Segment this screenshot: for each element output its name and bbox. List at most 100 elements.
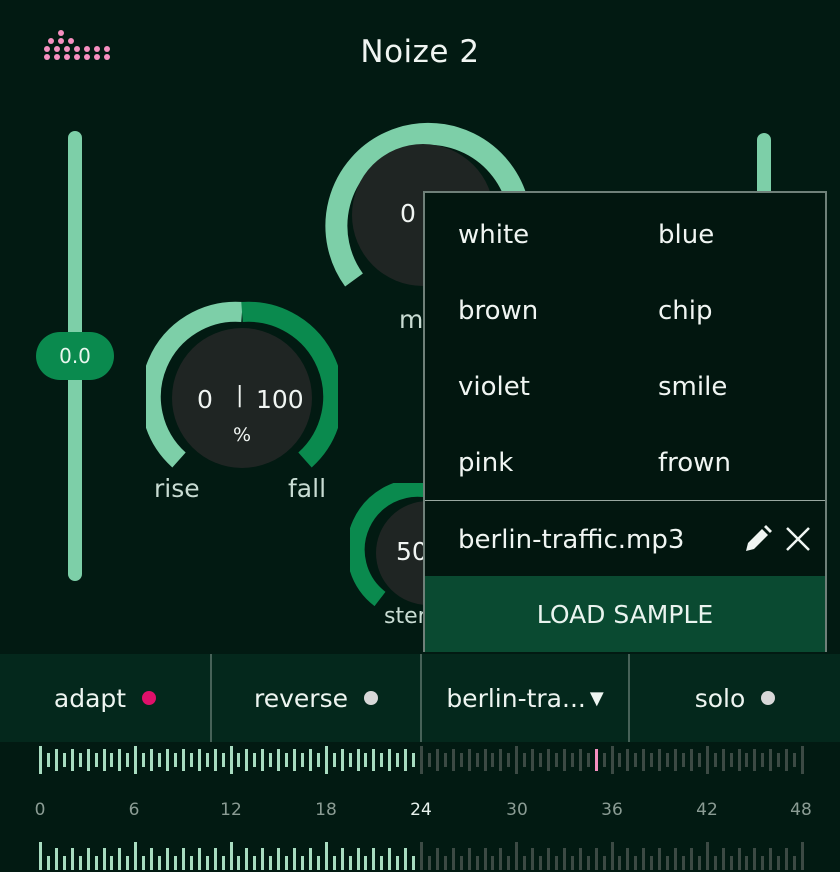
option-pink[interactable]: pink (458, 448, 513, 478)
pencil-icon[interactable] (743, 524, 775, 556)
ruler-tick (269, 856, 273, 870)
sample-select[interactable]: berlin-tra... ▼ (422, 654, 628, 742)
ruler-tick (308, 848, 312, 870)
ruler-tick (467, 749, 471, 771)
ruler-tick (293, 848, 296, 870)
adapt-toggle[interactable]: adapt (0, 654, 210, 742)
ruler-tick (650, 753, 654, 767)
ruler-tick (181, 749, 185, 771)
ruler-tick (594, 848, 598, 870)
rise-fall-knob[interactable]: 0 | 100 % (146, 300, 338, 470)
ruler-tick (761, 856, 765, 870)
ruler-tick (523, 753, 527, 767)
ruler-label: 36 (601, 800, 623, 820)
reverse-toggle[interactable]: reverse (212, 654, 420, 742)
option-brown[interactable]: brown (458, 296, 538, 326)
ruler-tick (78, 753, 82, 767)
ruler-tick (166, 848, 169, 870)
ruler-tick (491, 856, 495, 870)
option-blue[interactable]: blue (658, 220, 714, 250)
load-sample-button[interactable]: LOAD SAMPLE (425, 576, 825, 652)
ruler-tick (705, 842, 709, 870)
ruler-tick (626, 749, 630, 771)
ruler-tick (793, 753, 797, 767)
option-smile[interactable]: smile (658, 372, 727, 402)
ruler-tick (285, 753, 289, 767)
ruler-tick (213, 848, 217, 870)
ruler-tick (570, 856, 574, 870)
ruler-tick (213, 749, 217, 771)
ruler-tick (94, 753, 98, 767)
ruler-tick (237, 753, 241, 767)
ruler-tick (451, 848, 455, 870)
ruler-tick (674, 749, 677, 771)
ruler-tick (499, 848, 503, 870)
ruler-tick (729, 753, 733, 767)
ruler-tick (531, 848, 535, 870)
option-white[interactable]: white (458, 220, 529, 250)
ruler-tick (348, 753, 352, 767)
ruler-tick (658, 749, 662, 771)
ruler-tick (110, 753, 114, 767)
ruler-tick (308, 749, 312, 771)
ruler-tick (666, 856, 670, 870)
ruler-tick (785, 749, 789, 771)
ruler-tick (777, 856, 781, 870)
ruler-tick (110, 856, 114, 870)
ruler-tick (483, 848, 487, 870)
ruler-tick (769, 749, 773, 771)
time-ruler[interactable]: 0 6 12 18 24 30 36 42 48 (0, 742, 840, 872)
ruler-tick (189, 856, 193, 870)
ruler-tick (554, 856, 558, 870)
ruler-tick (547, 848, 550, 870)
ruler-tick (205, 856, 209, 870)
ruler-tick (62, 856, 66, 870)
ruler-tick (269, 753, 273, 767)
option-violet[interactable]: violet (458, 372, 530, 402)
ruler-tick (324, 842, 328, 870)
ruler-tick (229, 842, 233, 870)
ruler-tick (420, 842, 423, 870)
sample-select-label: berlin-tra... (446, 683, 586, 713)
ruler-tick (412, 753, 416, 767)
close-icon[interactable] (783, 524, 815, 556)
ruler-label: 42 (696, 800, 718, 820)
ruler-tick (94, 856, 98, 870)
ruler-tick (404, 848, 408, 870)
ruler-tick (142, 753, 146, 767)
ruler-tick (372, 749, 376, 771)
app-title: Noize 2 (360, 34, 480, 70)
ruler-tick (610, 746, 614, 774)
left-slider-thumb[interactable]: 0.0 (36, 332, 114, 380)
ruler-tick (54, 848, 58, 870)
ruler-tick (356, 848, 360, 870)
ruler-tick (610, 842, 614, 870)
ruler-tick (753, 749, 757, 771)
ruler-tick (729, 856, 733, 870)
ruler-tick (626, 848, 630, 870)
ruler-tick (475, 753, 479, 767)
ruler-tick (801, 746, 804, 774)
ruler-tick (396, 856, 400, 870)
main-knob-label: m (399, 305, 424, 334)
ruler-tick (697, 856, 701, 870)
option-frown[interactable]: frown (658, 448, 731, 478)
ruler-tick (388, 749, 392, 771)
ruler-tick (578, 848, 582, 870)
ruler-tick (261, 749, 265, 771)
ruler-tick (713, 753, 717, 767)
ruler-tick (499, 749, 503, 771)
ruler-tick (166, 749, 169, 771)
option-chip[interactable]: chip (658, 296, 713, 326)
ruler-tick (570, 753, 574, 767)
ruler-tick (507, 753, 511, 767)
ruler-tick (126, 856, 130, 870)
ruler-tick (46, 753, 50, 767)
ruler-tick (340, 848, 344, 870)
ruler-tick (689, 848, 693, 870)
bottom-toolbar: adapt reverse berlin-tra... ▼ solo (0, 654, 840, 742)
solo-toggle[interactable]: solo (630, 654, 840, 742)
ruler-tick (435, 848, 439, 870)
ruler-tick (642, 749, 646, 771)
rise-fall-separator: | (236, 383, 244, 408)
